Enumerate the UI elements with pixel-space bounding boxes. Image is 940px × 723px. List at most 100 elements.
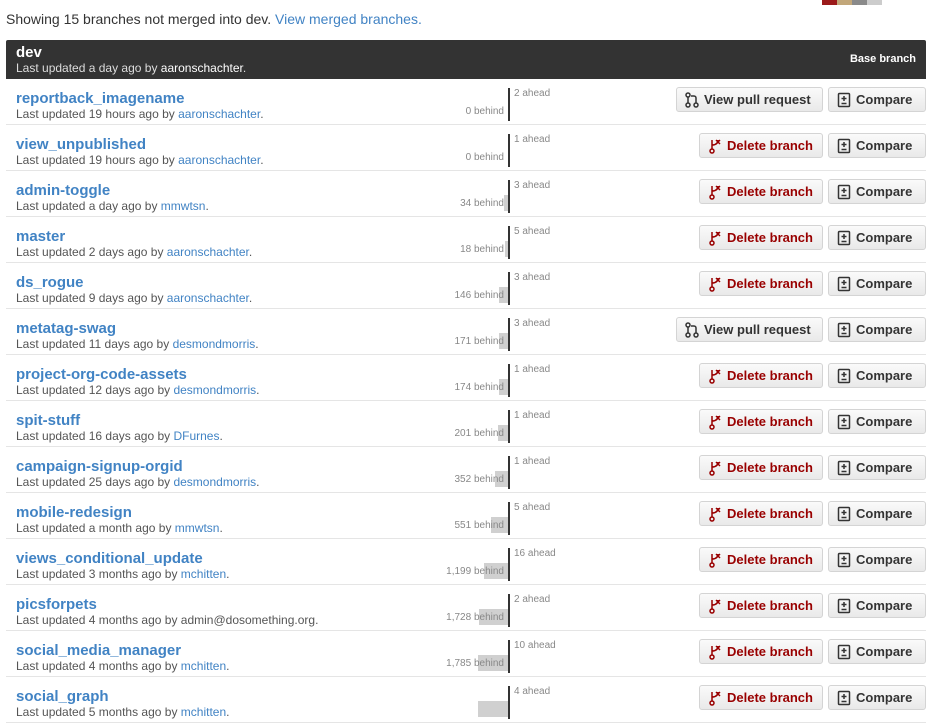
branch-author[interactable]: mmwtsn xyxy=(175,521,220,535)
branch-author[interactable]: mchitten xyxy=(181,567,226,581)
delete-branch-button[interactable]: Delete branch xyxy=(699,547,823,572)
divergence-graph: 4 ahead xyxy=(406,677,606,722)
branch-author[interactable]: desmondmorris xyxy=(173,383,256,397)
delete-branch-button[interactable]: Delete branch xyxy=(699,363,823,388)
compare-button[interactable]: Compare xyxy=(828,501,926,526)
ahead-count: 2 ahead xyxy=(514,594,551,605)
branch-name-link[interactable]: reportback_imagename xyxy=(16,90,184,107)
compare-button[interactable]: Compare xyxy=(828,455,926,480)
compare-label: Compare xyxy=(856,414,913,429)
divergence-axis xyxy=(508,318,510,351)
compare-button[interactable]: Compare xyxy=(828,363,926,388)
base-branch-author[interactable]: aaronschachter xyxy=(161,61,243,75)
behind-count: 1,785 behind xyxy=(446,658,504,669)
compare-icon xyxy=(837,92,851,108)
branch-updated: Last updated a month ago by xyxy=(16,521,175,535)
branch-author[interactable]: mchitten xyxy=(181,659,226,673)
divergence-axis xyxy=(508,640,510,673)
branch-name-link[interactable]: metatag-swag xyxy=(16,320,116,337)
delete-branch-button[interactable]: Delete branch xyxy=(699,455,823,480)
branch-period: . xyxy=(226,659,230,673)
branch-row: admin-toggle Last updated a day ago by m… xyxy=(6,171,926,217)
branch-updated: Last updated 25 days ago by xyxy=(16,475,174,489)
branch-name-link[interactable]: admin-toggle xyxy=(16,182,110,199)
divergence-graph: 3 ahead 34 behind xyxy=(406,171,606,216)
divergence-axis xyxy=(508,548,510,581)
behind-count: 146 behind xyxy=(454,290,505,301)
view-pull-request-button[interactable]: View pull request xyxy=(676,87,823,112)
behind-count: 201 behind xyxy=(454,428,505,439)
branch-delete-icon xyxy=(708,230,722,246)
delete-branch-button[interactable]: Delete branch xyxy=(699,501,823,526)
branch-author[interactable]: desmondmorris xyxy=(173,337,256,351)
delete-branch-label: Delete branch xyxy=(727,598,813,613)
branch-name-link[interactable]: campaign-signup-orgid xyxy=(16,458,183,475)
branch-meta: Last updated a month ago by mmwtsn. xyxy=(16,521,223,535)
compare-label: Compare xyxy=(856,184,913,199)
delete-branch-label: Delete branch xyxy=(727,460,813,475)
view-merged-branches-link[interactable]: View merged branches. xyxy=(275,11,422,27)
branch-author[interactable]: DFurnes xyxy=(173,429,219,443)
branch-author[interactable]: aaronschachter xyxy=(178,107,260,121)
compare-icon xyxy=(837,322,851,338)
branch-name-link[interactable]: views_conditional_update xyxy=(16,550,203,567)
branch-name-link[interactable]: ds_rogue xyxy=(16,274,84,291)
branch-list: dev Last updated a day ago by aaronschac… xyxy=(6,40,926,723)
delete-branch-button[interactable]: Delete branch xyxy=(699,179,823,204)
branch-author[interactable]: mchitten xyxy=(181,705,226,719)
compare-button[interactable]: Compare xyxy=(828,639,926,664)
compare-button[interactable]: Compare xyxy=(828,271,926,296)
branch-name-link[interactable]: social_media_manager xyxy=(16,642,181,659)
delete-branch-button[interactable]: Delete branch xyxy=(699,271,823,296)
branch-name-link[interactable]: mobile-redesign xyxy=(16,504,132,521)
branch-row: mobile-redesign Last updated a month ago… xyxy=(6,493,926,539)
delete-branch-button[interactable]: Delete branch xyxy=(699,685,823,710)
branch-delete-icon xyxy=(708,276,722,292)
branch-meta: Last updated 2 days ago by aaronschachte… xyxy=(16,245,252,259)
divergence-graph: 5 ahead 18 behind xyxy=(406,217,606,262)
swatch xyxy=(837,0,852,5)
compare-button[interactable]: Compare xyxy=(828,547,926,572)
ahead-count: 1 ahead xyxy=(514,364,551,375)
compare-button[interactable]: Compare xyxy=(828,179,926,204)
delete-branch-button[interactable]: Delete branch xyxy=(699,225,823,250)
compare-button[interactable]: Compare xyxy=(828,87,926,112)
behind-count: 171 behind xyxy=(454,336,505,347)
branch-name-link[interactable]: picsforpets xyxy=(16,596,97,613)
branch-meta: Last updated 5 months ago by mchitten. xyxy=(16,705,230,719)
branch-author[interactable]: mmwtsn xyxy=(161,199,206,213)
branch-author[interactable]: aaronschachter xyxy=(178,153,260,167)
behind-count: 34 behind xyxy=(460,198,504,209)
compare-button[interactable]: Compare xyxy=(828,225,926,250)
compare-button[interactable]: Compare xyxy=(828,409,926,434)
delete-branch-button[interactable]: Delete branch xyxy=(699,639,823,664)
branch-updated: Last updated 3 months ago by xyxy=(16,567,181,581)
compare-button[interactable]: Compare xyxy=(828,593,926,618)
branch-author[interactable]: aaronschachter xyxy=(167,245,249,259)
view-pull-request-button[interactable]: View pull request xyxy=(676,317,823,342)
branch-author[interactable]: aaronschachter xyxy=(167,291,249,305)
branch-name-link[interactable]: spit-stuff xyxy=(16,412,80,429)
compare-button[interactable]: Compare xyxy=(828,685,926,710)
compare-label: Compare xyxy=(856,598,913,613)
delete-branch-button[interactable]: Delete branch xyxy=(699,593,823,618)
branch-name-link[interactable]: project-org-code-assets xyxy=(16,366,187,383)
branch-name-link[interactable]: social_graph xyxy=(16,688,109,705)
branch-name-link[interactable]: view_unpublished xyxy=(16,136,146,153)
compare-icon xyxy=(837,552,851,568)
compare-icon xyxy=(837,506,851,522)
compare-button[interactable]: Compare xyxy=(828,317,926,342)
branch-author[interactable]: desmondmorris xyxy=(173,475,256,489)
compare-button[interactable]: Compare xyxy=(828,133,926,158)
branch-period: . xyxy=(205,199,209,213)
branch-name-link[interactable]: master xyxy=(16,228,65,245)
branch-row: picsforpets Last updated 4 months ago by… xyxy=(6,585,926,631)
delete-branch-button[interactable]: Delete branch xyxy=(699,409,823,434)
branch-meta: Last updated 4 months ago by mchitten. xyxy=(16,659,230,673)
ahead-count: 1 ahead xyxy=(514,410,551,421)
branch-updated: Last updated 16 days ago by xyxy=(16,429,174,443)
divergence-axis xyxy=(508,410,510,443)
delete-branch-button[interactable]: Delete branch xyxy=(699,133,823,158)
behind-count: 1,199 behind xyxy=(446,566,504,577)
branch-meta: Last updated 4 months ago by admin@dosom… xyxy=(16,613,318,627)
